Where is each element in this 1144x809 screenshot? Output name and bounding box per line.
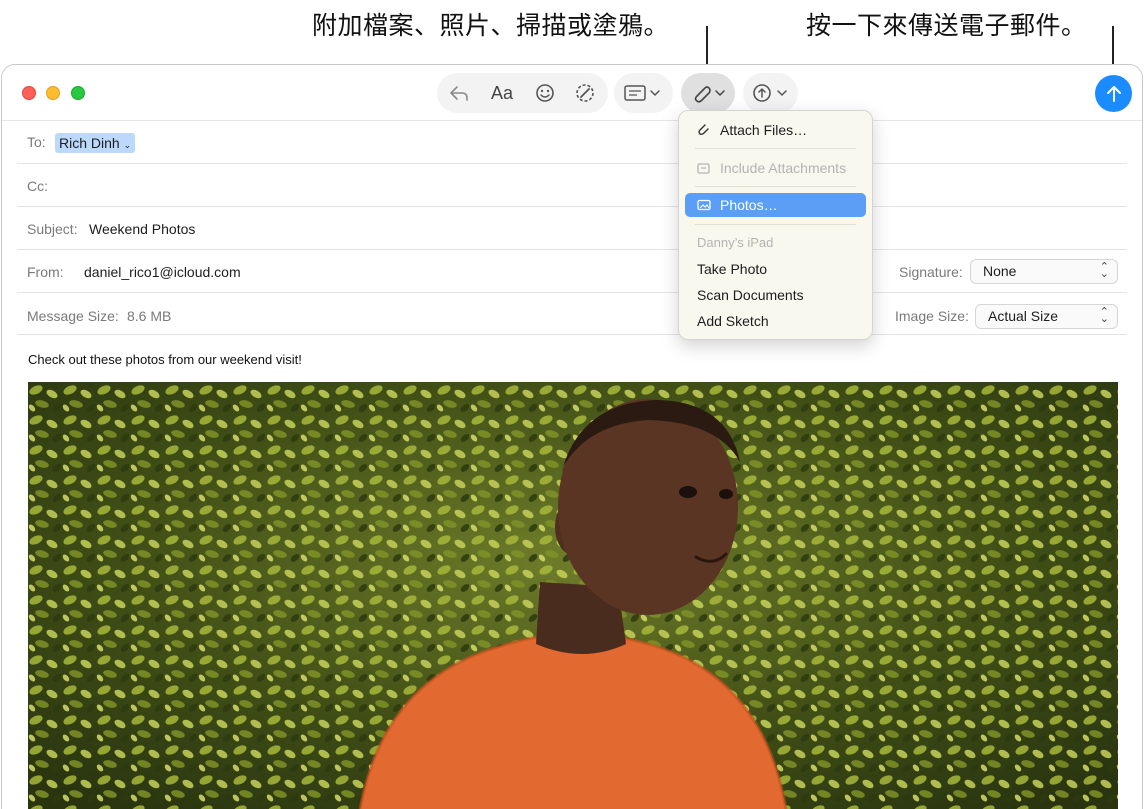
menu-item-photos[interactable]: Photos…	[685, 193, 866, 217]
subject-row[interactable]: Subject: Weekend Photos	[17, 207, 1127, 250]
image-size-label: Image Size:	[895, 308, 969, 324]
zoom-window-button[interactable]	[71, 86, 85, 100]
menu-item-include-attachments-label: Include Attachments	[720, 160, 847, 176]
menu-item-photos-label: Photos…	[720, 197, 778, 213]
message-size-value: 8.6 MB	[127, 308, 172, 324]
from-row: From: daniel_rico1@icloud.com Signature:…	[17, 250, 1127, 293]
send-button[interactable]	[1095, 75, 1132, 112]
attached-photo[interactable]	[28, 382, 1118, 809]
menu-item-scan-documents[interactable]: Scan Documents	[685, 283, 866, 307]
signature-label: Signature:	[899, 264, 963, 280]
image-size-select[interactable]: Actual Size ⌃ ⌄	[975, 304, 1118, 329]
arrow-up-icon	[1106, 85, 1121, 102]
toolbar-group-formatbar	[614, 73, 673, 113]
menu-separator	[695, 186, 856, 187]
toolbar: Aa	[2, 65, 1142, 121]
updown-chevron-icon: ⌃ ⌄	[1099, 261, 1109, 280]
cc-label: Cc:	[27, 178, 48, 194]
font-button[interactable]: Aa	[485, 81, 519, 105]
toolbar-group-format: Aa	[437, 73, 608, 113]
subject-label: Subject:	[27, 221, 78, 237]
paperclip-icon	[697, 119, 713, 143]
attachment-menu-button[interactable]	[681, 73, 735, 113]
image-size-value: Actual Size	[988, 308, 1059, 324]
message-size-row: Message Size: 8.6 MB Image Size: Actual …	[17, 293, 1127, 335]
markup-icon[interactable]	[571, 81, 599, 105]
from-value[interactable]: daniel_rico1@icloud.com	[84, 264, 241, 280]
callout-send: 按一下來傳送電子郵件。	[806, 11, 1087, 40]
from-label: From:	[27, 264, 64, 280]
to-row: To: Rich Dinh ⌄	[17, 121, 1127, 164]
menu-separator	[695, 148, 856, 149]
mail-compose-window: Aa To: Rich Dinh ⌄ Cc: Subject: Weekend …	[1, 64, 1143, 809]
message-size-label: Message Size:	[27, 308, 119, 324]
menu-item-attach-files[interactable]: Attach Files…	[685, 118, 866, 142]
format-bar-icon[interactable]	[624, 81, 664, 105]
reply-icon[interactable]	[445, 81, 473, 105]
emoji-icon[interactable]	[531, 81, 559, 105]
signature-value: None	[983, 263, 1017, 279]
subject-field[interactable]: Weekend Photos	[89, 221, 195, 237]
photos-icon	[697, 194, 713, 218]
chevron-down-icon: ⌄	[123, 140, 132, 150]
callout-attach: 附加檔案、照片、掃描或塗鴉。	[312, 11, 670, 40]
include-attachment-icon	[697, 157, 713, 181]
cc-row[interactable]: Cc:	[17, 164, 1127, 207]
minimize-window-button[interactable]	[46, 86, 60, 100]
attachment-icon[interactable]	[689, 81, 729, 105]
menu-separator	[695, 224, 856, 225]
menu-item-attach-files-label: Attach Files…	[720, 122, 808, 138]
media-icon[interactable]	[751, 81, 791, 105]
menu-section-device: Danny’s iPad	[697, 235, 774, 250]
attachment-menu: Attach Files… Include Attachments Photos…	[678, 110, 873, 340]
menu-item-add-sketch[interactable]: Add Sketch	[685, 309, 866, 333]
menu-item-include-attachments[interactable]: Include Attachments	[685, 156, 866, 180]
close-window-button[interactable]	[22, 86, 36, 100]
recipient-name: Rich Dinh	[59, 135, 120, 151]
menu-item-take-photo[interactable]: Take Photo	[685, 257, 866, 281]
to-label: To:	[27, 134, 46, 150]
signature-select[interactable]: None ⌃ ⌄	[970, 259, 1118, 284]
updown-chevron-icon: ⌃ ⌄	[1099, 306, 1109, 325]
recipient-token[interactable]: Rich Dinh ⌄	[55, 133, 136, 153]
toolbar-group-media	[743, 73, 798, 113]
message-body-text[interactable]: Check out these photos from our weekend …	[28, 352, 302, 367]
